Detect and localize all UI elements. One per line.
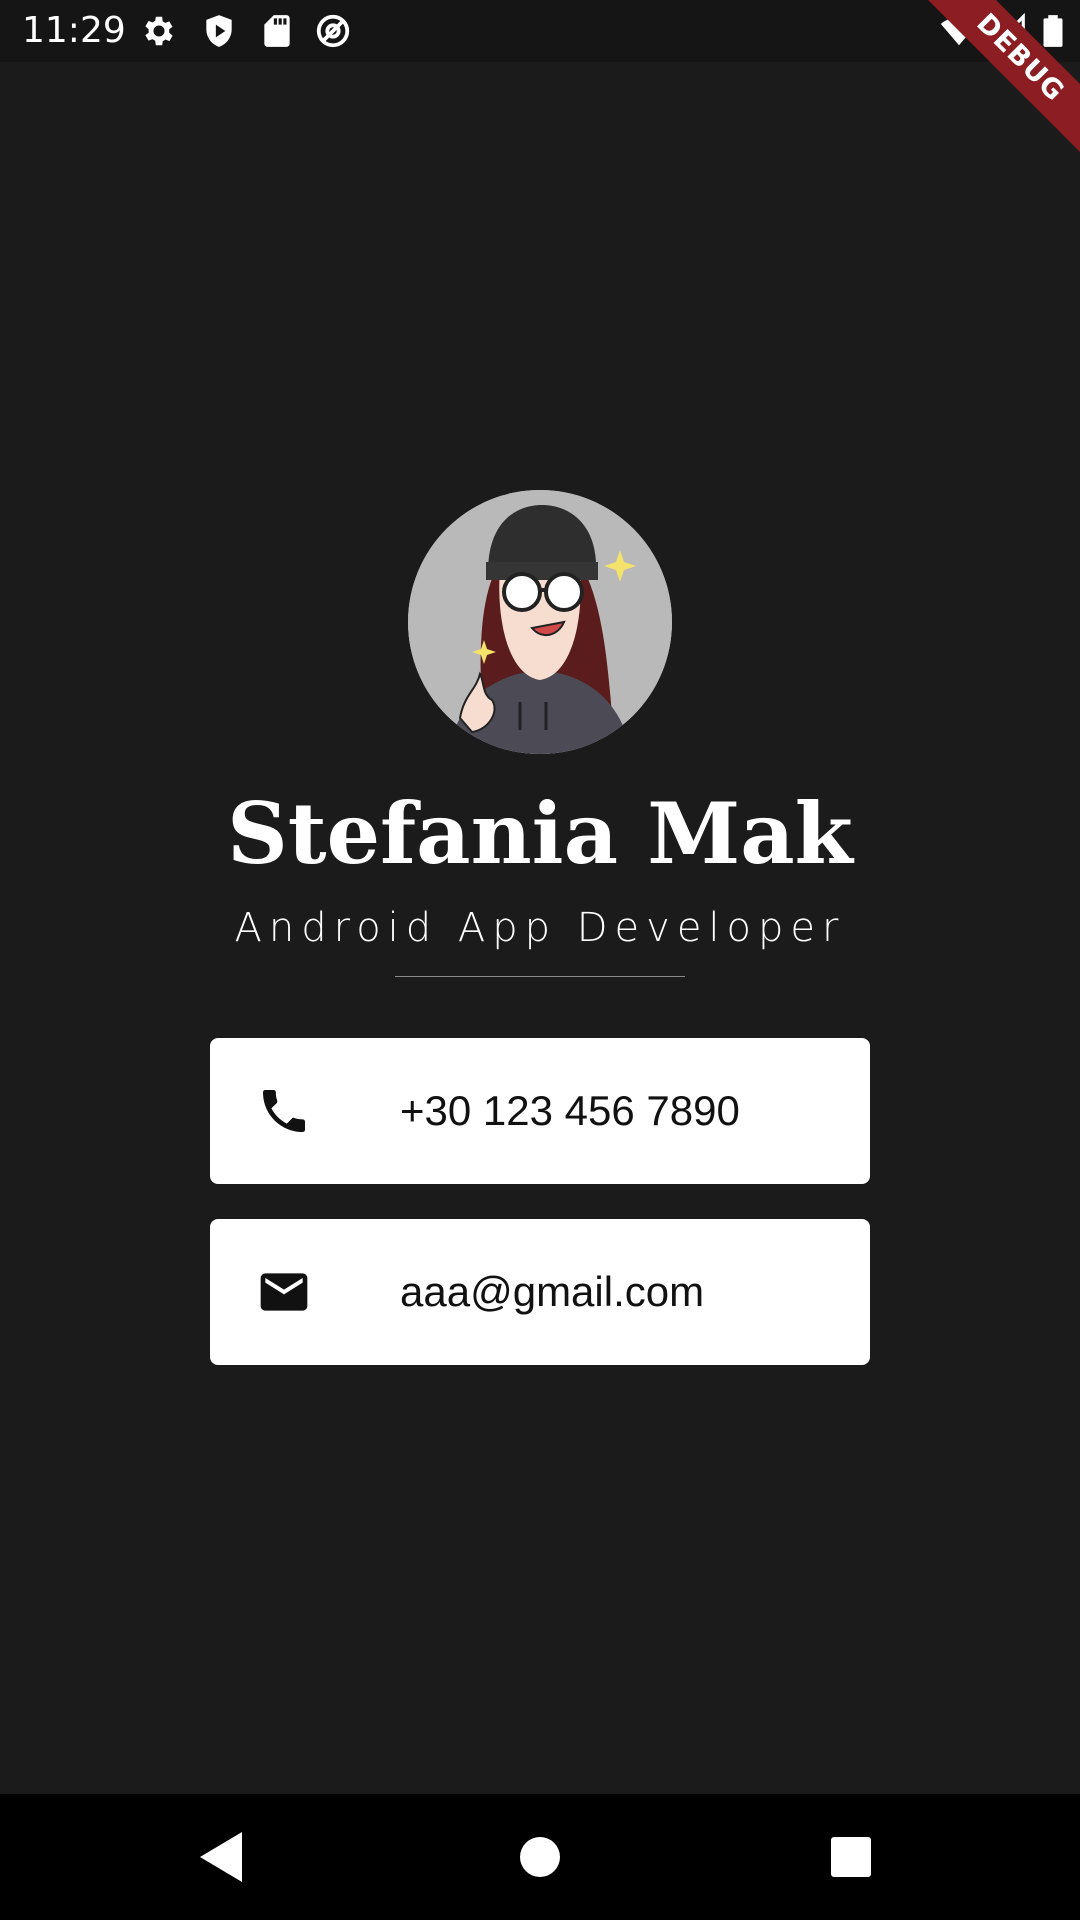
mail-icon: [256, 1264, 312, 1320]
recents-button[interactable]: [818, 1824, 884, 1890]
email-card[interactable]: aaa@gmail.com: [210, 1219, 870, 1365]
home-icon: [520, 1837, 560, 1877]
divider: [395, 976, 685, 977]
navigation-bar: [0, 1794, 1080, 1920]
at-sign-icon: [314, 12, 352, 50]
status-bar: 11:29: [0, 0, 1080, 62]
avatar-illustration: [408, 490, 672, 754]
phone-icon: [256, 1083, 312, 1139]
profile-title: Android App Developer: [234, 905, 846, 951]
phone-card[interactable]: +30 123 456 7890: [210, 1038, 870, 1184]
recents-icon: [831, 1837, 871, 1877]
app-screen: 11:29 DEBUG Stefania Mak Android App Dev…: [0, 0, 1080, 1920]
phone-number: +30 123 456 7890: [400, 1087, 740, 1134]
profile-name: Stefania Mak: [227, 784, 853, 883]
shield-play-icon: [200, 12, 238, 50]
sd-card-icon: [258, 12, 296, 50]
status-time: 11:29: [22, 10, 126, 51]
home-button[interactable]: [507, 1824, 573, 1890]
avatar: [408, 490, 672, 754]
back-icon: [200, 1832, 242, 1882]
back-button[interactable]: [190, 1824, 256, 1890]
email-address: aaa@gmail.com: [400, 1268, 705, 1315]
settings-icon: [140, 12, 178, 50]
